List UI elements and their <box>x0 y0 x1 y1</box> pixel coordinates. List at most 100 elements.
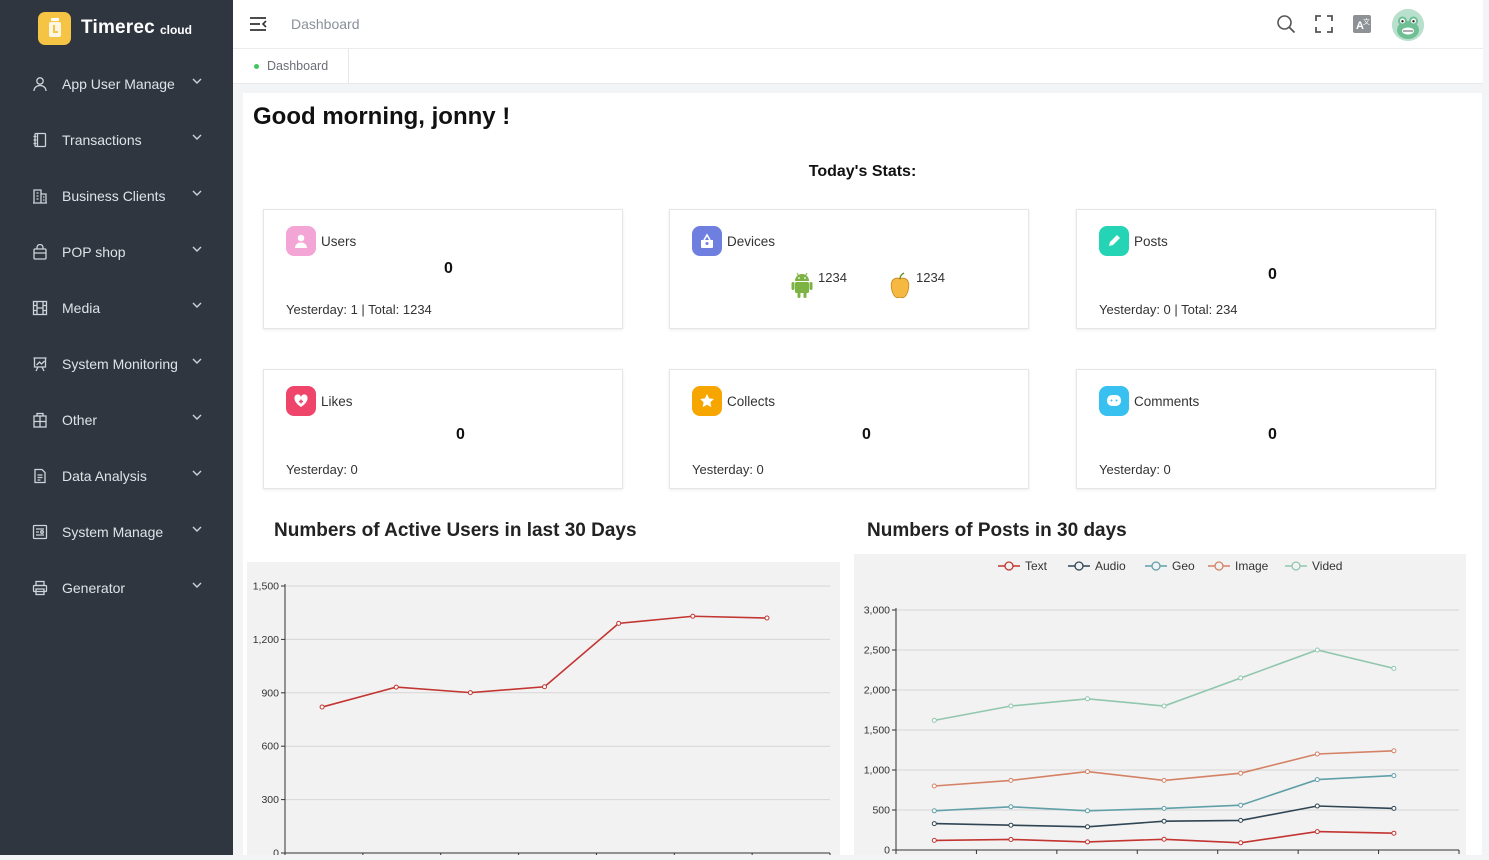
data-point <box>1314 751 1320 757</box>
data-point <box>1084 769 1090 775</box>
sidebar-item-business-clients[interactable]: Business Clients <box>0 168 233 224</box>
data-point <box>1008 822 1014 828</box>
comment-icon <box>1099 386 1129 416</box>
data-point <box>931 837 937 843</box>
card-value: 0 <box>1268 426 1277 443</box>
data-point <box>319 704 325 710</box>
settings-panel-icon <box>31 523 49 541</box>
svg-text:文: 文 <box>1363 17 1370 26</box>
fullscreen-icon[interactable] <box>1314 14 1334 34</box>
greeting-heading: Good morning, jonny ! <box>253 103 511 130</box>
brand[interactable]: Timerec cloud <box>0 0 233 56</box>
yesterday-label: Yesterday: <box>286 302 351 317</box>
posts-card: Posts 0 Yesterday: 0 | Total: 234 <box>1076 209 1436 329</box>
legend-marker <box>1004 561 1014 571</box>
sidebar-item-label: Other <box>62 412 98 428</box>
legend-marker <box>1214 561 1224 571</box>
card-value: 0 <box>1268 266 1277 283</box>
y-tick-label: 900 <box>261 687 279 699</box>
data-point <box>467 690 473 696</box>
printer-icon <box>31 579 49 597</box>
data-point <box>1314 647 1320 653</box>
ios-value: 1234 <box>916 270 945 285</box>
users-icon <box>286 226 316 256</box>
sidebar-item-generator[interactable]: Generator <box>0 560 233 616</box>
data-point <box>393 684 399 690</box>
sidebar-item-other[interactable]: Other <box>0 392 233 448</box>
y-tick-label: 2,500 <box>864 645 890 657</box>
sidebar-item-label: Media <box>62 300 101 316</box>
sidebar-item-label: Business Clients <box>62 188 166 204</box>
users-card: Users 0 Yesterday: 1 | Total: 1234 <box>263 209 623 329</box>
active-dot-icon <box>254 63 259 69</box>
data-point <box>1391 665 1397 671</box>
tags-view-bar: Dashboard <box>233 49 1483 84</box>
data-point <box>1008 804 1014 810</box>
card-label: Comments <box>1134 394 1200 409</box>
chevron-down-icon <box>192 526 202 532</box>
sidebar-item-app-user-manage[interactable]: App User Manage <box>0 56 233 112</box>
legend-label: Geo <box>1172 559 1195 573</box>
legend-marker <box>1151 561 1161 571</box>
data-point <box>1238 802 1244 808</box>
data-point <box>1391 773 1397 779</box>
sidebar-item-pop-shop[interactable]: POP shop <box>0 224 233 280</box>
heart-icon <box>286 386 316 416</box>
app-subtitle: cloud <box>159 23 192 37</box>
sidebar-item-label: System Monitoring <box>62 356 178 372</box>
avatar[interactable] <box>1392 9 1424 41</box>
series-line <box>934 649 1395 722</box>
card-footer: Yesterday: 0 <box>692 462 764 477</box>
breadcrumb[interactable]: Dashboard <box>291 16 360 32</box>
notebook-icon <box>31 131 49 149</box>
data-point <box>1238 817 1244 823</box>
chevron-down-icon <box>192 190 202 196</box>
chevron-down-icon <box>192 302 202 308</box>
data-point <box>1238 770 1244 776</box>
sidebar-item-system-monitoring[interactable]: System Monitoring <box>0 336 233 392</box>
data-point <box>1084 839 1090 845</box>
monitor-chart-icon <box>31 355 49 373</box>
active-users-chart-svg: 0 300 600 900 1,200 1,500 <box>253 581 831 860</box>
chevron-down-icon <box>192 470 202 476</box>
document-icon <box>31 467 49 485</box>
legend-label: Vided <box>1312 559 1342 573</box>
data-point <box>1391 830 1397 836</box>
sidebar-item-label: Generator <box>62 580 126 596</box>
sidebar-item-media[interactable]: Media <box>0 280 233 336</box>
total-value: 1234 <box>402 302 432 317</box>
data-point <box>1314 777 1320 783</box>
card-value: 0 <box>862 426 871 443</box>
card-label: Users <box>321 234 357 249</box>
data-point <box>1161 805 1167 811</box>
data-point <box>1238 840 1244 846</box>
data-point <box>1161 777 1167 783</box>
card-value: 0 <box>444 260 453 277</box>
tab-dashboard[interactable]: Dashboard <box>241 49 350 83</box>
dashboard-content: Good morning, jonny ! Today's Stats: Use… <box>243 93 1482 860</box>
data-point <box>931 808 937 814</box>
app-title: Timerec <box>81 17 155 38</box>
data-point <box>1161 703 1167 709</box>
chevron-down-icon <box>192 582 202 588</box>
y-tick-label: 2,000 <box>864 685 890 697</box>
sidebar-item-data-analysis[interactable]: Data Analysis <box>0 448 233 504</box>
data-point <box>931 783 937 789</box>
data-point <box>1391 748 1397 754</box>
legend-marker <box>1074 561 1084 571</box>
y-tick-label: 500 <box>872 805 890 817</box>
y-tick-label: 600 <box>261 741 279 753</box>
user-icon <box>31 75 49 93</box>
comments-card: Comments 0 Yesterday: 0 <box>1076 369 1436 489</box>
translate-icon[interactable]: A 文 <box>1352 14 1372 34</box>
sidebar-item-transactions[interactable]: Transactions <box>0 112 233 168</box>
y-tick-label: 1,200 <box>253 634 279 646</box>
series-line <box>321 615 767 708</box>
card-footer: Yesterday: 0 | Total: 234 <box>1099 302 1238 317</box>
sidebar-item-system-manage[interactable]: System Manage <box>0 504 233 560</box>
total-label: | Total: <box>357 302 403 317</box>
card-footer: Yesterday: 1 | Total: 1234 <box>286 302 432 317</box>
menu-fold-icon[interactable] <box>249 16 267 32</box>
y-tick-label: 300 <box>261 794 279 806</box>
search-icon[interactable] <box>1276 14 1296 34</box>
